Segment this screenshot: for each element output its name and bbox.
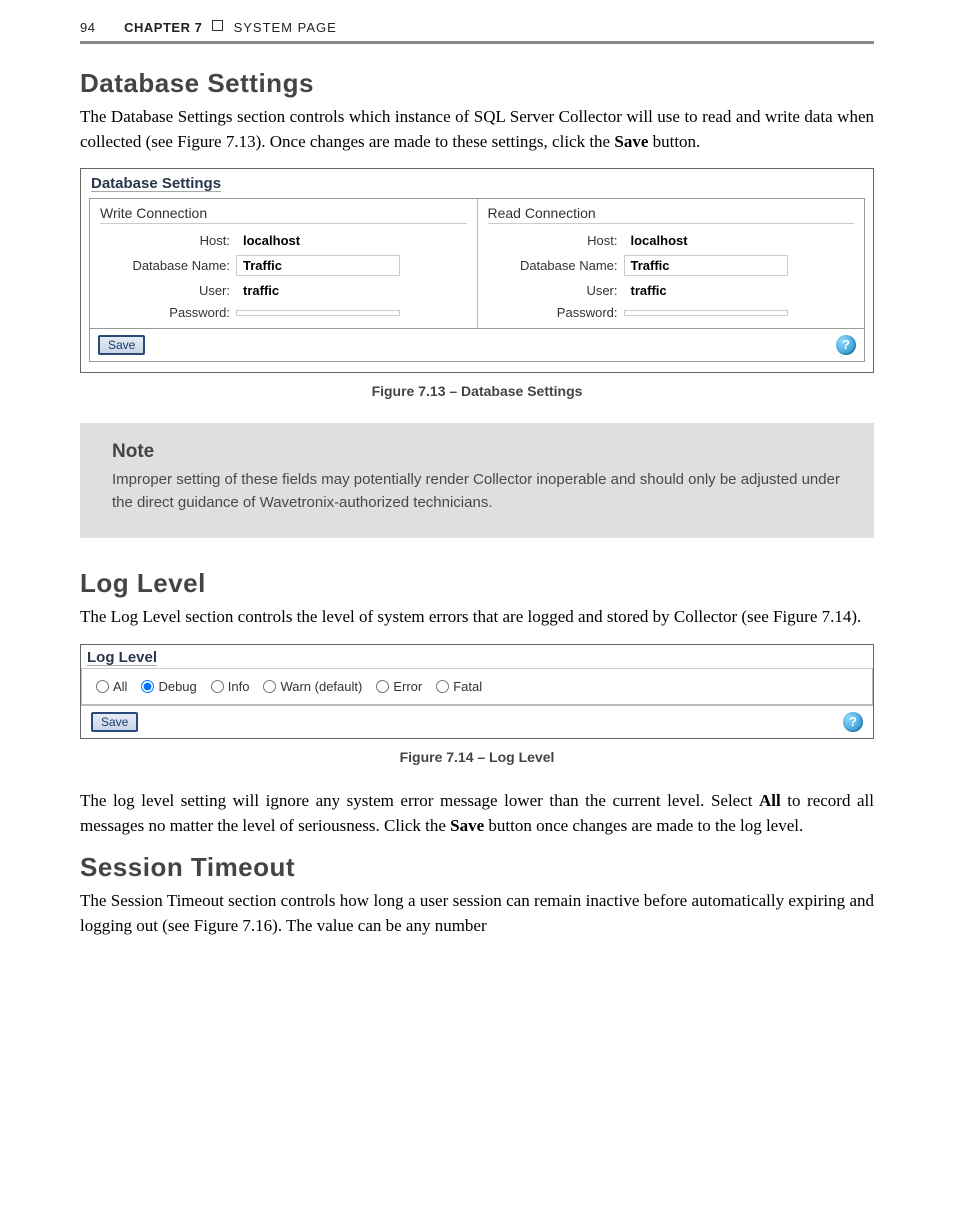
note-box: Note Improper setting of these fields ma… <box>80 423 874 538</box>
database-settings-panel: Database Settings Write Connection Host:… <box>80 168 874 373</box>
radio-info-label: Info <box>228 679 250 694</box>
write-host-label: Host: <box>100 233 236 248</box>
radio-debug-input[interactable] <box>141 680 154 693</box>
radio-fatal[interactable]: Fatal <box>436 679 482 694</box>
heading-session-timeout: Session Timeout <box>80 852 874 883</box>
radio-debug[interactable]: Debug <box>141 679 196 694</box>
read-user-input[interactable]: traffic <box>624 280 788 301</box>
db-paragraph: The Database Settings section controls w… <box>80 105 874 154</box>
square-icon <box>212 20 223 31</box>
db-para-text: The Database Settings section controls w… <box>80 107 874 151</box>
radio-fatal-label: Fatal <box>453 679 482 694</box>
radio-warn-input[interactable] <box>263 680 276 693</box>
chapter-label: CHAPTER 7 <box>124 20 202 35</box>
log-paragraph-2: The log level setting will ignore any sy… <box>80 789 874 838</box>
read-connection-heading: Read Connection <box>488 205 855 224</box>
read-dbname-label: Database Name: <box>488 258 624 273</box>
section-label: SYSTEM PAGE <box>234 20 337 35</box>
radio-error-label: Error <box>393 679 422 694</box>
log-p2a: The log level setting will ignore any sy… <box>80 791 759 810</box>
db-para-bold: Save <box>614 132 648 151</box>
log-level-panel: Log Level All Debug Info Warn (default) … <box>80 644 874 739</box>
db-save-button[interactable]: Save <box>98 335 145 355</box>
log-p2b: All <box>759 791 781 810</box>
radio-error-input[interactable] <box>376 680 389 693</box>
write-connection-column: Write Connection Host: localhost Databas… <box>90 199 477 328</box>
read-connection-column: Read Connection Host: localhost Database… <box>477 199 865 328</box>
radio-all[interactable]: All <box>96 679 127 694</box>
read-dbname-input[interactable]: Traffic <box>624 255 788 276</box>
heading-database-settings: Database Settings <box>80 68 874 99</box>
read-password-label: Password: <box>488 305 624 320</box>
page-number: 94 <box>80 20 120 35</box>
write-dbname-label: Database Name: <box>100 258 236 273</box>
panel-title-loglevel: Log Level <box>81 645 873 668</box>
running-header: 94 CHAPTER 7 SYSTEM PAGE <box>80 20 874 35</box>
log-p2d: Save <box>450 816 484 835</box>
read-password-input[interactable] <box>624 310 788 316</box>
help-icon[interactable]: ? <box>843 712 863 732</box>
help-icon[interactable]: ? <box>836 335 856 355</box>
write-connection-heading: Write Connection <box>100 205 467 224</box>
write-user-label: User: <box>100 283 236 298</box>
radio-fatal-input[interactable] <box>436 680 449 693</box>
figure-caption-7-13: Figure 7.13 – Database Settings <box>80 383 874 399</box>
write-dbname-input[interactable]: Traffic <box>236 255 400 276</box>
read-user-label: User: <box>488 283 624 298</box>
db-para-end: button. <box>648 132 700 151</box>
radio-debug-label: Debug <box>158 679 196 694</box>
radio-warn[interactable]: Warn (default) <box>263 679 362 694</box>
write-user-input[interactable]: traffic <box>236 280 400 301</box>
header-rule <box>80 41 874 44</box>
figure-caption-7-14: Figure 7.14 – Log Level <box>80 749 874 765</box>
log-paragraph: The Log Level section controls the level… <box>80 605 874 630</box>
note-body: Improper setting of these fields may pot… <box>112 469 842 514</box>
heading-log-level: Log Level <box>80 568 874 599</box>
read-host-input[interactable]: localhost <box>624 230 788 251</box>
radio-all-label: All <box>113 679 127 694</box>
log-p2e: button once changes are made to the log … <box>484 816 803 835</box>
radio-all-input[interactable] <box>96 680 109 693</box>
radio-info[interactable]: Info <box>211 679 250 694</box>
log-save-button[interactable]: Save <box>91 712 138 732</box>
write-password-label: Password: <box>100 305 236 320</box>
radio-info-input[interactable] <box>211 680 224 693</box>
write-password-input[interactable] <box>236 310 400 316</box>
log-level-radio-row: All Debug Info Warn (default) Error Fata… <box>81 668 873 705</box>
note-title: Note <box>112 441 842 463</box>
write-host-input[interactable]: localhost <box>236 230 400 251</box>
radio-error[interactable]: Error <box>376 679 422 694</box>
panel-title-database: Database Settings <box>89 175 865 196</box>
session-paragraph: The Session Timeout section controls how… <box>80 889 874 938</box>
read-host-label: Host: <box>488 233 624 248</box>
radio-warn-label: Warn (default) <box>280 679 362 694</box>
